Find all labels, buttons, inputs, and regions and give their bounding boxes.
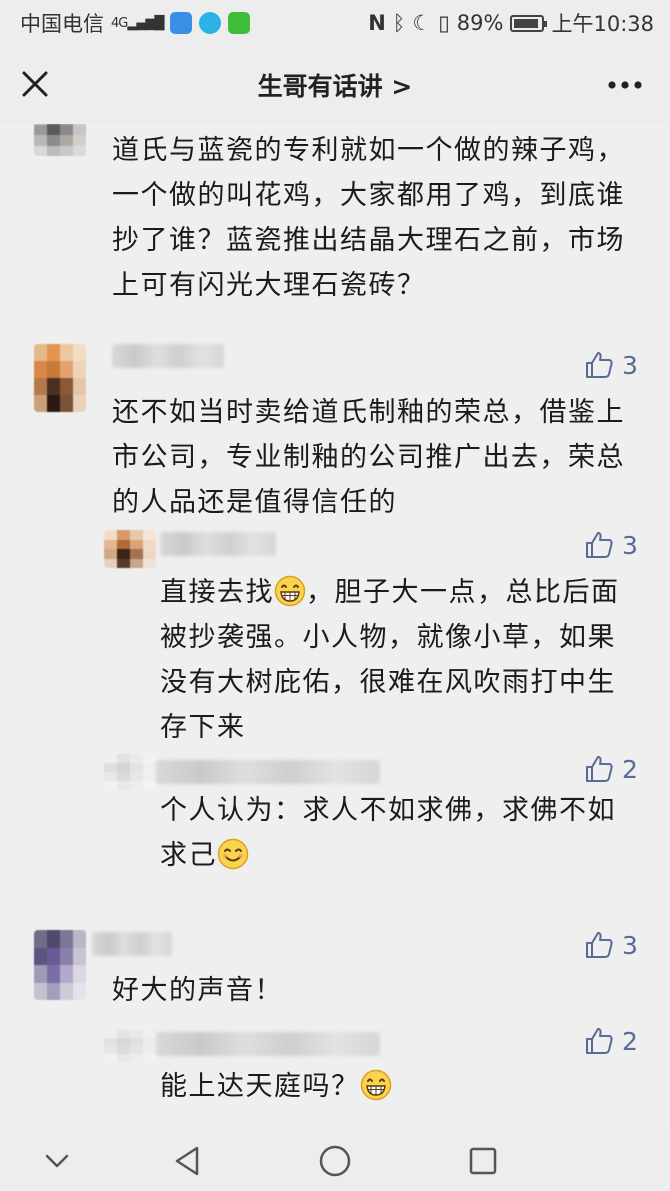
- like-count: 2: [622, 754, 638, 784]
- like-count: 3: [622, 530, 638, 560]
- avatar[interactable]: [34, 344, 86, 412]
- app-search-icon: [199, 12, 222, 34]
- status-left: 中国电信 4G▂▄▆█: [20, 8, 251, 38]
- chevron-down-icon[interactable]: [34, 1138, 80, 1184]
- reply-text: 能上达天庭吗？: [160, 1064, 640, 1109]
- avatar[interactable]: [104, 530, 156, 568]
- network-signal-icon: 4G▂▄▆█: [111, 15, 164, 31]
- thumbs-up-icon: [586, 532, 613, 558]
- moon-icon: ☾: [412, 11, 432, 35]
- comment-item: 3 还不如当时卖给道氏制釉的荣总，借鉴上市公司，专业制釉的公司推广出去，荣总的人…: [0, 344, 670, 518]
- more-dots-icon[interactable]: [602, 66, 648, 104]
- app-iqiyi-icon: [228, 12, 251, 34]
- avatar[interactable]: [104, 1030, 156, 1062]
- clock-time: 上午10:38: [551, 12, 654, 36]
- like-button[interactable]: 2: [584, 1026, 638, 1056]
- grin-emoji-icon: [360, 1069, 391, 1101]
- system-nav-bar: [0, 1130, 670, 1191]
- username-blurred: [160, 532, 276, 556]
- reply-text: 个人认为：求人不如求佛，求佛不如求己: [160, 795, 616, 871]
- smile-emoji-icon: [217, 838, 249, 870]
- reply-item: 3 直接去找 ，胆子大一点，总比后面被抄袭强。小人物，就像小草，如果没有大树庇佑，…: [0, 530, 670, 743]
- avatar[interactable]: [34, 124, 86, 156]
- home-circle-icon[interactable]: [312, 1138, 358, 1184]
- comments-list[interactable]: 道氏与蓝瓷的专利就如一个做的辣子鸡，一个做的叫花鸡，大家都用了鸡，到底谁抄了谁？…: [0, 124, 670, 1130]
- carrier-label: 中国电信: [20, 12, 104, 36]
- comment-item: 3 好大的声音！: [0, 926, 670, 1026]
- username-blurred: [92, 932, 172, 956]
- thumbs-up-icon: [586, 756, 613, 782]
- app-shield-icon: [170, 12, 193, 34]
- reply-item: 2 个人认为：求人不如求佛，求佛不如求己: [0, 752, 670, 892]
- comment-text: 好大的声音！: [112, 975, 283, 1006]
- like-button[interactable]: 3: [584, 930, 638, 960]
- avatar[interactable]: [34, 930, 86, 1000]
- like-button[interactable]: 3: [584, 350, 638, 380]
- recents-square-icon[interactable]: [460, 1138, 506, 1184]
- status-bar: 中国电信 4G▂▄▆█ N ᛒ ☾ ▯ 89% 上午10:38: [0, 0, 670, 46]
- like-count: 3: [622, 930, 638, 960]
- battery-icon: [510, 14, 548, 32]
- vibrate-icon: ▯: [438, 11, 450, 35]
- username-blurred: [156, 760, 380, 784]
- thumbs-up-icon: [586, 352, 613, 378]
- comment-text: 道氏与蓝瓷的专利就如一个做的辣子鸡，一个做的叫花鸡，大家都用了鸡，到底谁抄了谁？…: [112, 135, 625, 301]
- battery-percent: 89%: [456, 11, 504, 35]
- comment-text: 还不如当时卖给道氏制釉的荣总，借鉴上市公司，专业制釉的公司推广出去，荣总的人品还…: [112, 397, 625, 518]
- bluetooth-icon: ᛒ: [392, 11, 406, 35]
- page-title[interactable]: 生哥有话讲 >: [258, 67, 413, 103]
- nfc-icon: N: [368, 11, 386, 35]
- like-count: 2: [622, 1026, 638, 1056]
- comment-item: 道氏与蓝瓷的专利就如一个做的辣子鸡，一个做的叫花鸡，大家都用了鸡，到底谁抄了谁？…: [0, 124, 670, 324]
- username-blurred: [112, 344, 224, 368]
- back-triangle-icon[interactable]: [164, 1138, 210, 1184]
- close-icon[interactable]: [14, 63, 56, 105]
- username-blurred: [156, 1032, 380, 1056]
- thumbs-up-icon: [586, 932, 613, 958]
- title-bar: 生哥有话讲 >: [0, 46, 670, 124]
- like-button[interactable]: 2: [584, 754, 638, 784]
- grin-emoji-icon: [274, 575, 306, 607]
- like-count: 3: [622, 350, 638, 380]
- status-right: N ᛒ ☾ ▯ 89% 上午10:38: [368, 8, 654, 38]
- like-button[interactable]: 3: [584, 530, 638, 560]
- avatar[interactable]: [104, 754, 156, 790]
- reply-item: 2 能上达天庭吗？: [0, 1026, 670, 1130]
- thumbs-up-icon: [586, 1028, 613, 1054]
- reply-text: 直接去找 ，胆子大一点，总比后面被抄袭强。小人物，就像小草，如果没有大树庇佑，很难…: [160, 575, 620, 743]
